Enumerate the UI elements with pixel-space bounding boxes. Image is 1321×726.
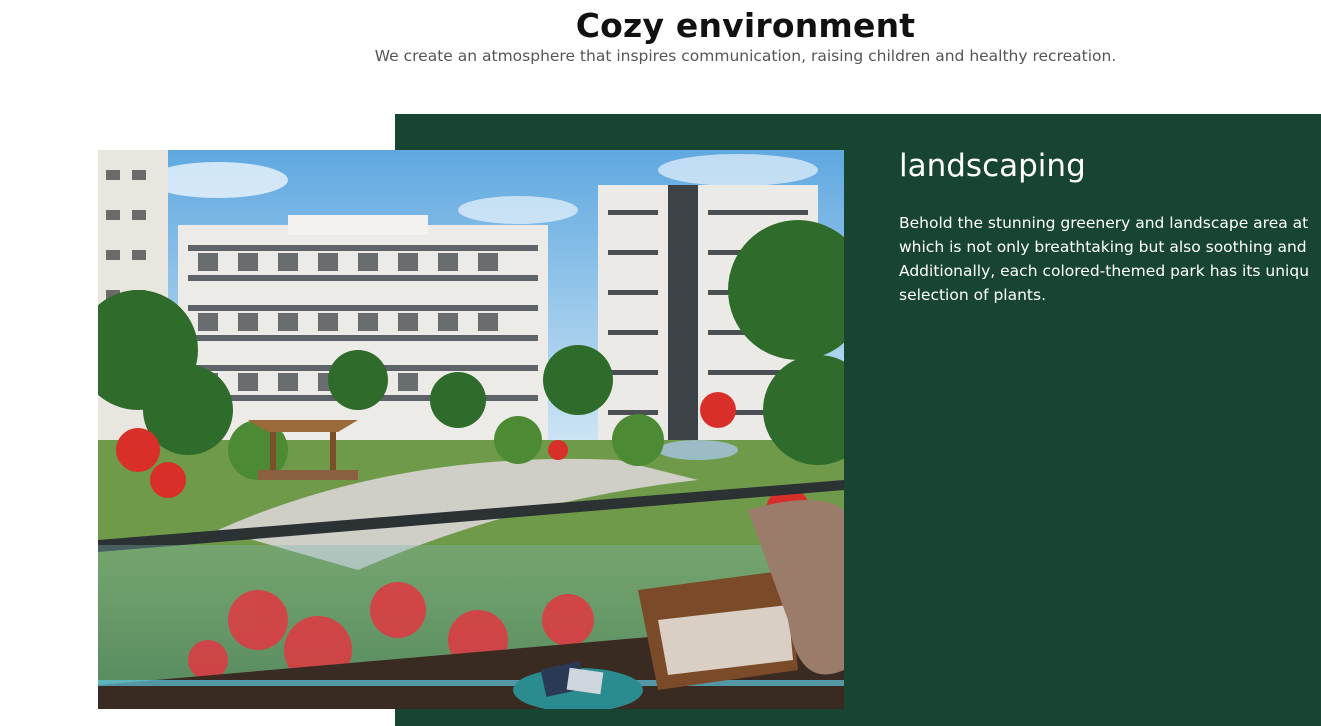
feature-description-line: Behold the stunning greenery and landsca… (899, 214, 1309, 232)
section-title: Cozy environment (575, 6, 916, 45)
feature-title: landscaping (899, 148, 1086, 184)
section-subtitle: We create an atmosphere that inspires co… (374, 47, 1117, 65)
feature-description-line: which is not only breathtaking but also … (899, 238, 1307, 256)
feature-description: Behold the stunning greenery and landsca… (899, 211, 1321, 307)
feature-description-line: selection of plants. (899, 286, 1047, 304)
cozy-environment-section: Cozy environment We create an atmosphere… (0, 0, 1321, 726)
feature-description-line: Additionally, each colored-themed park h… (899, 262, 1310, 280)
landscaping-photo (98, 150, 844, 709)
